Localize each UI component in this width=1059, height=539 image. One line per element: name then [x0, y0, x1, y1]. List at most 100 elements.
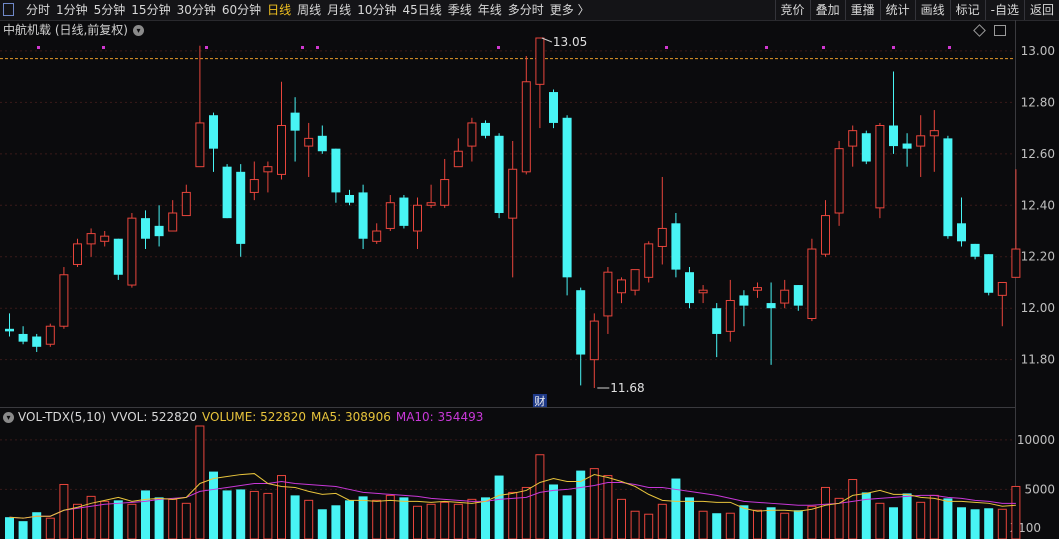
candle-body: [535, 37, 545, 85]
volume-bar: [181, 502, 191, 539]
candle-body: [508, 168, 518, 219]
candle-body: [154, 225, 164, 237]
price-tick-label: 12.40: [1021, 198, 1055, 212]
finance-tag-label: 财: [534, 394, 545, 408]
candle-body: [209, 115, 218, 149]
volume-bar: [358, 496, 368, 539]
candle-body: [453, 150, 463, 168]
candle-body: [943, 138, 953, 237]
volume-bar: [807, 505, 817, 539]
candle-body: [780, 289, 790, 304]
candle-body: [413, 204, 422, 232]
candle-body: [793, 285, 803, 306]
candle-body: [127, 217, 137, 286]
candle-body: [113, 238, 123, 275]
candle-body: [399, 197, 409, 226]
low-price-label: 11.68: [610, 381, 644, 395]
candle-body: [712, 308, 722, 334]
volume-bar: [889, 507, 898, 539]
candle-body: [929, 130, 939, 137]
candle-body: [739, 295, 749, 306]
volume-bar: [236, 489, 246, 539]
event-marker: [497, 46, 500, 49]
high-price-label: 13.05: [553, 35, 587, 49]
volume-bar: [249, 490, 259, 539]
volume-bar: [304, 499, 314, 539]
volume-tick-label: 5000: [1024, 482, 1055, 496]
volume-bar: [780, 512, 790, 539]
kline-chart[interactable]: 13.00 12.80 12.60 12.40 12.20 12.00 11.80 13.05…: [0, 0, 1059, 539]
volume-bar: [263, 492, 273, 539]
volume-bar: [100, 500, 110, 539]
volume-bar: [549, 484, 558, 539]
candle-body: [698, 289, 708, 294]
candle-body: [1011, 248, 1021, 278]
candle-body: [997, 281, 1007, 296]
candle-body: [902, 143, 912, 149]
candle-body: [32, 336, 42, 347]
candle-body: [385, 202, 395, 229]
candle-body: [331, 148, 341, 193]
volume-bar: [698, 510, 708, 539]
candle-body: [725, 299, 735, 332]
volume-bar: [317, 509, 327, 539]
volume-bar: [277, 475, 286, 539]
candle-body: [277, 125, 286, 175]
candle-body: [848, 130, 858, 147]
volume-bar: [453, 503, 463, 539]
event-marker: [822, 46, 825, 49]
candle-body: [5, 328, 14, 332]
candle-body: [957, 223, 966, 242]
volume-bar: [331, 505, 341, 539]
candle-body: [603, 271, 613, 317]
event-marker: [37, 46, 40, 49]
volume-bar: [113, 500, 123, 539]
volume-tick-label: 10000: [1017, 433, 1055, 447]
volume-bar: [753, 509, 762, 539]
volume-bar: [5, 517, 14, 539]
candle-body: [576, 290, 586, 355]
candle-body: [984, 254, 994, 293]
candle-body: [59, 274, 69, 327]
volume-bar: [793, 510, 803, 539]
candle-body: [372, 230, 382, 242]
volume-bar: [440, 501, 450, 539]
event-marker: [665, 46, 668, 49]
candle-body: [141, 218, 150, 239]
volume-bar: [141, 490, 150, 539]
candle-body: [657, 227, 667, 247]
event-marker: [205, 46, 208, 49]
volume-bar: [943, 498, 953, 539]
volume-bar: [399, 497, 409, 539]
volume-bar: [834, 497, 844, 539]
candle-body: [821, 215, 830, 255]
volume-bar: [535, 454, 545, 539]
event-marker: [102, 46, 105, 49]
candle-body: [562, 117, 572, 278]
volume-bar: [589, 468, 599, 539]
candle-body: [86, 233, 96, 245]
event-marker: [316, 46, 319, 49]
candle-body: [875, 125, 885, 209]
volume-bar: [127, 503, 137, 539]
candle-body: [18, 333, 28, 342]
volume-bar: [902, 493, 912, 539]
volume-bar: [562, 495, 572, 539]
candle-body: [467, 122, 477, 147]
volume-bar: [576, 470, 586, 539]
candle-body: [617, 279, 626, 294]
candle-body: [807, 248, 817, 320]
candle-body: [889, 125, 898, 147]
volume-bar: [18, 521, 28, 539]
candle-body: [521, 81, 531, 173]
candle-body: [168, 212, 178, 232]
candle-body: [630, 269, 640, 291]
volume-bar: [521, 486, 531, 539]
volume-bar: [426, 503, 436, 539]
volume-bar: [413, 505, 422, 539]
price-tick-label: 12.00: [1021, 301, 1055, 315]
volume-bar: [372, 499, 382, 539]
candle-body: [766, 303, 776, 309]
candle-body: [222, 166, 232, 219]
volume-bar: [916, 501, 926, 539]
